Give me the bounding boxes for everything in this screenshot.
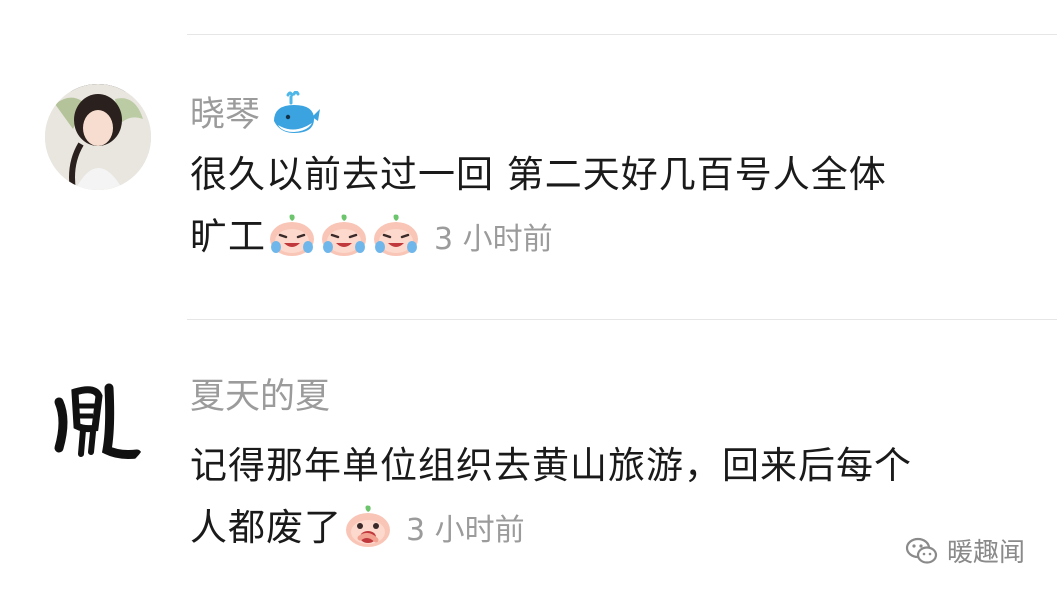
comment-list: 晓琴 很久以前去过一回 第二天好几百号人全体 旷工 3 小时前 夏天的夏 记得那… bbox=[0, 0, 1057, 601]
comment-username[interactable]: 晓琴 bbox=[190, 90, 322, 139]
crying-peach-emoji-icon bbox=[318, 213, 370, 257]
username-text: 夏天的夏 bbox=[190, 377, 331, 417]
covering-mouth-peach-emoji-icon bbox=[342, 504, 394, 548]
watermark: 暖趣闻 bbox=[905, 532, 1025, 569]
avatar-photo-icon bbox=[45, 84, 151, 190]
comment-timestamp: 3 小时前 bbox=[406, 513, 525, 548]
crying-peach-emoji-icon bbox=[266, 213, 318, 257]
comment-line-1: 记得那年单位组织去黄山旅游，回来后每个 bbox=[190, 444, 912, 487]
comment-line-2-text: 旷工 bbox=[190, 215, 266, 258]
comment-line-2: 旷工 3 小时前 bbox=[190, 206, 1030, 271]
user-avatar[interactable] bbox=[45, 84, 151, 190]
watermark-label: 暖趣闻 bbox=[946, 538, 1025, 568]
comment-line-2-text: 人都废了 bbox=[190, 506, 342, 549]
comment-divider bbox=[187, 319, 1057, 320]
comment-line-1: 很久以前去过一回 第二天好几百号人全体 bbox=[190, 153, 887, 196]
comment-timestamp: 3 小时前 bbox=[434, 222, 553, 257]
calligraphy-avatar-icon bbox=[45, 368, 151, 474]
whale-emoji-icon bbox=[268, 90, 322, 139]
top-divider bbox=[187, 34, 1057, 35]
comment-username[interactable]: 夏天的夏 bbox=[190, 377, 330, 417]
wechat-icon bbox=[905, 537, 938, 564]
username-text: 晓琴 bbox=[190, 95, 261, 135]
user-avatar[interactable] bbox=[45, 368, 151, 474]
comment-text: 很久以前去过一回 第二天好几百号人全体 旷工 3 小时前 bbox=[190, 144, 1030, 271]
crying-peach-emoji-icon bbox=[370, 213, 422, 257]
